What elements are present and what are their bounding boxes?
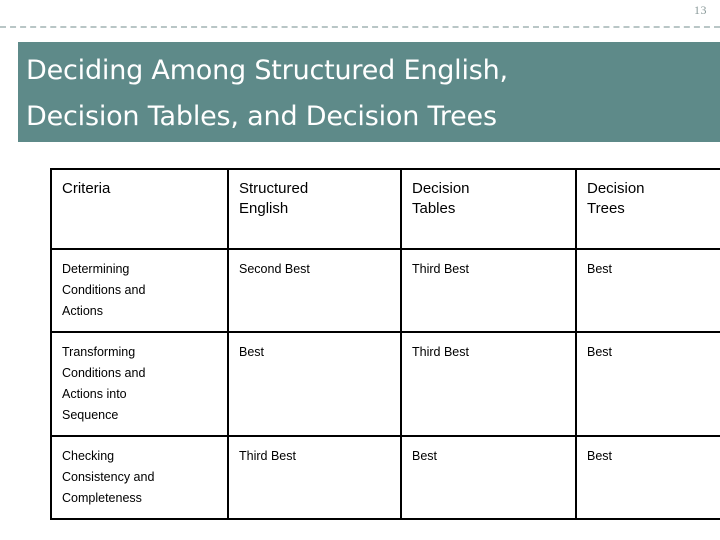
- table-row: Checking Consistency and Completeness Th…: [50, 435, 720, 520]
- table-header-row: Criteria Structured English Decision Tab…: [50, 168, 720, 250]
- table-header: Criteria Structured English Decision Tab…: [50, 168, 720, 250]
- table-cell-criteria: Transforming Conditions and Actions into…: [50, 331, 229, 437]
- cell-value: Best: [239, 345, 265, 359]
- table-cell-decision-trees: Best: [575, 331, 720, 437]
- table-cell-decision-tables: Third Best: [400, 248, 577, 333]
- table-header-cell-decision-tables: Decision Tables: [400, 168, 577, 250]
- cell-value: Third Best: [412, 345, 469, 359]
- cell-value: Checking Consistency and Completeness: [62, 449, 155, 505]
- table-cell-decision-trees: Best: [575, 248, 720, 333]
- slide-canvas: 13 Deciding Among Structured English, De…: [0, 0, 720, 540]
- table-header-cell-criteria: Criteria: [50, 168, 229, 250]
- table-cell-decision-trees: Best: [575, 435, 720, 520]
- table-body: Determining Conditions and Actions Secon…: [50, 248, 720, 520]
- comparison-table-container: Criteria Structured English Decision Tab…: [50, 168, 720, 520]
- cell-value: Determining Conditions and Actions: [62, 262, 146, 318]
- cell-value: Best: [587, 262, 613, 276]
- header-label-criteria: Criteria: [62, 180, 111, 197]
- table-header-cell-decision-trees: Decision Trees: [575, 168, 720, 250]
- table-cell-criteria: Checking Consistency and Completeness: [50, 435, 229, 520]
- cell-value: Second Best: [239, 262, 310, 276]
- header-label-decision-trees: Decision Trees: [587, 180, 645, 217]
- cell-value: Best: [412, 449, 438, 463]
- header-label-structured-english: Structured English: [239, 180, 309, 217]
- header-divider-rule: [0, 26, 720, 28]
- cell-value: Transforming Conditions and Actions into…: [62, 345, 146, 422]
- table-row: Determining Conditions and Actions Secon…: [50, 248, 720, 333]
- table-header-cell-structured-english: Structured English: [227, 168, 402, 250]
- cell-value: Third Best: [412, 262, 469, 276]
- table-cell-decision-tables: Third Best: [400, 331, 577, 437]
- table-cell-structured-english: Best: [227, 331, 402, 437]
- table-cell-criteria: Determining Conditions and Actions: [50, 248, 229, 333]
- cell-value: Third Best: [239, 449, 296, 463]
- table-cell-structured-english: Third Best: [227, 435, 402, 520]
- cell-value: Best: [587, 449, 613, 463]
- comparison-table: Criteria Structured English Decision Tab…: [50, 168, 720, 520]
- page-title: Deciding Among Structured English, Decis…: [26, 55, 508, 132]
- title-banner: Deciding Among Structured English, Decis…: [18, 42, 720, 142]
- table-row: Transforming Conditions and Actions into…: [50, 331, 720, 437]
- cell-value: Best: [587, 345, 613, 359]
- header-label-decision-tables: Decision Tables: [412, 180, 470, 217]
- page-number: 13: [694, 3, 707, 17]
- table-cell-decision-tables: Best: [400, 435, 577, 520]
- table-cell-structured-english: Second Best: [227, 248, 402, 333]
